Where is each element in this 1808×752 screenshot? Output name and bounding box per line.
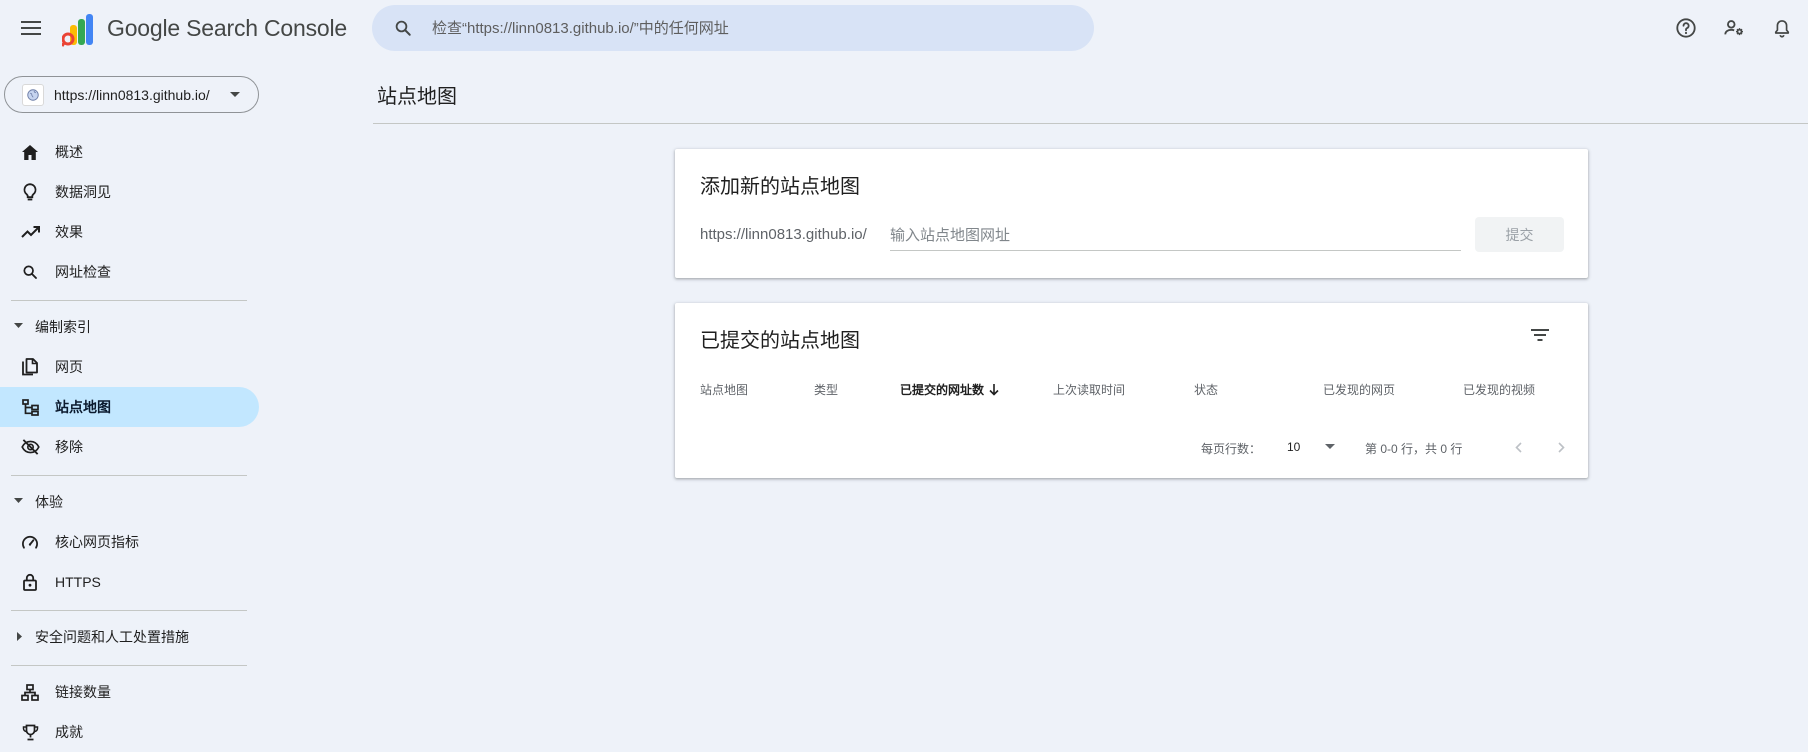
rows-per-page-select[interactable]: 10 — [1287, 434, 1357, 460]
arrow-down-icon — [989, 383, 999, 396]
lightbulb-icon — [20, 182, 40, 202]
sidebar-item-label: 移除 — [55, 439, 83, 455]
page-range-label: 第 0-0 行，共 0 行 — [1365, 442, 1463, 456]
sidebar-item-insights[interactable]: 数据洞见 — [0, 172, 259, 212]
sidebar-divider — [11, 475, 247, 476]
sidebar-item-pages[interactable]: 网页 — [0, 347, 259, 387]
column-header-discovered-pages[interactable]: 已发现的网页 — [1323, 381, 1395, 398]
column-header-submitted-urls[interactable]: 已提交的网址数 — [900, 381, 999, 398]
column-header-label: 已提交的网址数 — [900, 383, 985, 397]
links-icon — [20, 682, 40, 702]
speed-icon — [20, 532, 40, 552]
url-prefix: https://linn0813.github.io/ — [700, 226, 867, 243]
sitemap-icon — [20, 397, 40, 417]
caret-right-icon — [17, 632, 22, 641]
title-divider — [373, 123, 1808, 124]
sidebar-item-label: 链接数量 — [55, 684, 111, 700]
section-label: 安全问题和人工处置措施 — [35, 629, 189, 645]
trophy-icon — [20, 722, 40, 742]
home-icon — [20, 142, 40, 162]
page-title: 站点地图 — [377, 86, 457, 108]
sidebar-item-achievements[interactable]: 成就 — [0, 712, 259, 752]
search-icon[interactable] — [390, 15, 416, 41]
visibility-off-icon — [20, 437, 40, 457]
caret-down-icon — [14, 498, 23, 503]
sidebar-item-url-inspection[interactable]: 网址检查 — [0, 252, 259, 292]
help-icon[interactable] — [1672, 14, 1700, 42]
chevron-down-icon — [1325, 444, 1335, 449]
sidebar-divider — [11, 300, 247, 301]
column-header-type[interactable]: 类型 — [814, 381, 838, 398]
search-icon — [20, 262, 40, 282]
trending-up-icon — [20, 222, 40, 242]
filter-icon[interactable] — [1528, 323, 1552, 347]
top-app-bar: Google Search Console — [0, 0, 1808, 56]
column-header-discovered-videos[interactable]: 已发现的视频 — [1463, 381, 1535, 398]
lock-icon — [20, 572, 40, 592]
card-title: 已提交的站点地图 — [700, 330, 860, 352]
sidebar-item-https[interactable]: HTTPS — [0, 562, 259, 602]
search-console-logo[interactable] — [62, 13, 98, 47]
sidebar-item-links[interactable]: 链接数量 — [0, 672, 259, 712]
url-inspection-search[interactable] — [372, 5, 1094, 51]
globe-icon — [22, 83, 44, 106]
sidebar: https://linn0813.github.io/ 概述 数据洞见 效果 网… — [0, 56, 262, 740]
sidebar-item-label: HTTPS — [55, 574, 101, 590]
sidebar-item-core-web-vitals[interactable]: 核心网页指标 — [0, 522, 259, 562]
manage-users-icon[interactable] — [1720, 14, 1748, 42]
column-header-status[interactable]: 状态 — [1194, 381, 1218, 398]
submit-button[interactable]: 提交 — [1475, 217, 1564, 252]
sidebar-item-label: 概述 — [55, 144, 83, 160]
sidebar-item-label: 站点地图 — [55, 399, 111, 415]
column-header-last-read[interactable]: 上次读取时间 — [1053, 381, 1125, 398]
sidebar-item-label: 网址检查 — [55, 264, 111, 280]
sidebar-section-security[interactable]: 安全问题和人工处置措施 — [0, 621, 259, 653]
sidebar-item-removals[interactable]: 移除 — [0, 427, 259, 467]
sidebar-item-label: 网页 — [55, 359, 83, 375]
product-name[interactable]: Google Search Console — [107, 15, 347, 42]
top-actions — [1672, 14, 1808, 42]
card-title: 添加新的站点地图 — [700, 176, 860, 198]
notifications-icon[interactable] — [1768, 14, 1796, 42]
section-label: 体验 — [35, 494, 63, 510]
chevron-right-icon[interactable] — [1549, 435, 1573, 459]
sitemap-url-input[interactable] — [890, 221, 1461, 251]
submitted-sitemaps-card: 已提交的站点地图 站点地图 类型 已提交的网址数 上次读取时间 状态 已发现的网… — [675, 303, 1588, 478]
sidebar-item-performance[interactable]: 效果 — [0, 212, 259, 252]
rows-per-page-label: 每页行数： — [1201, 442, 1262, 456]
property-selector[interactable]: https://linn0813.github.io/ — [4, 76, 259, 113]
column-header-sitemap[interactable]: 站点地图 — [700, 381, 748, 398]
rows-per-page-value: 10 — [1287, 440, 1301, 454]
pagination: 每页行数： 10 第 0-0 行，共 0 行 — [675, 432, 1588, 462]
sidebar-divider — [11, 665, 247, 666]
sidebar-item-overview[interactable]: 概述 — [0, 132, 259, 172]
pages-icon — [20, 357, 40, 377]
sidebar-item-label: 核心网页指标 — [55, 534, 139, 550]
chevron-down-icon — [230, 92, 240, 97]
sidebar-section-indexing[interactable]: 编制索引 — [0, 311, 259, 343]
sidebar-item-label: 数据洞见 — [55, 184, 111, 200]
caret-down-icon — [14, 323, 23, 328]
menu-icon[interactable] — [16, 16, 46, 40]
section-label: 编制索引 — [35, 319, 91, 335]
sidebar-divider — [11, 610, 247, 611]
property-url: https://linn0813.github.io/ — [54, 86, 210, 103]
table-header: 站点地图 类型 已提交的网址数 上次读取时间 状态 已发现的网页 已发现的视频 — [675, 373, 1588, 405]
add-sitemap-card: 添加新的站点地图 https://linn0813.github.io/ 提交 — [675, 149, 1588, 278]
chevron-left-icon[interactable] — [1506, 435, 1530, 459]
sidebar-item-sitemaps[interactable]: 站点地图 — [0, 387, 259, 427]
sidebar-section-experience[interactable]: 体验 — [0, 486, 259, 518]
sidebar-item-label: 效果 — [55, 224, 83, 240]
search-input[interactable] — [432, 19, 1052, 37]
sidebar-item-label: 成就 — [55, 724, 83, 740]
